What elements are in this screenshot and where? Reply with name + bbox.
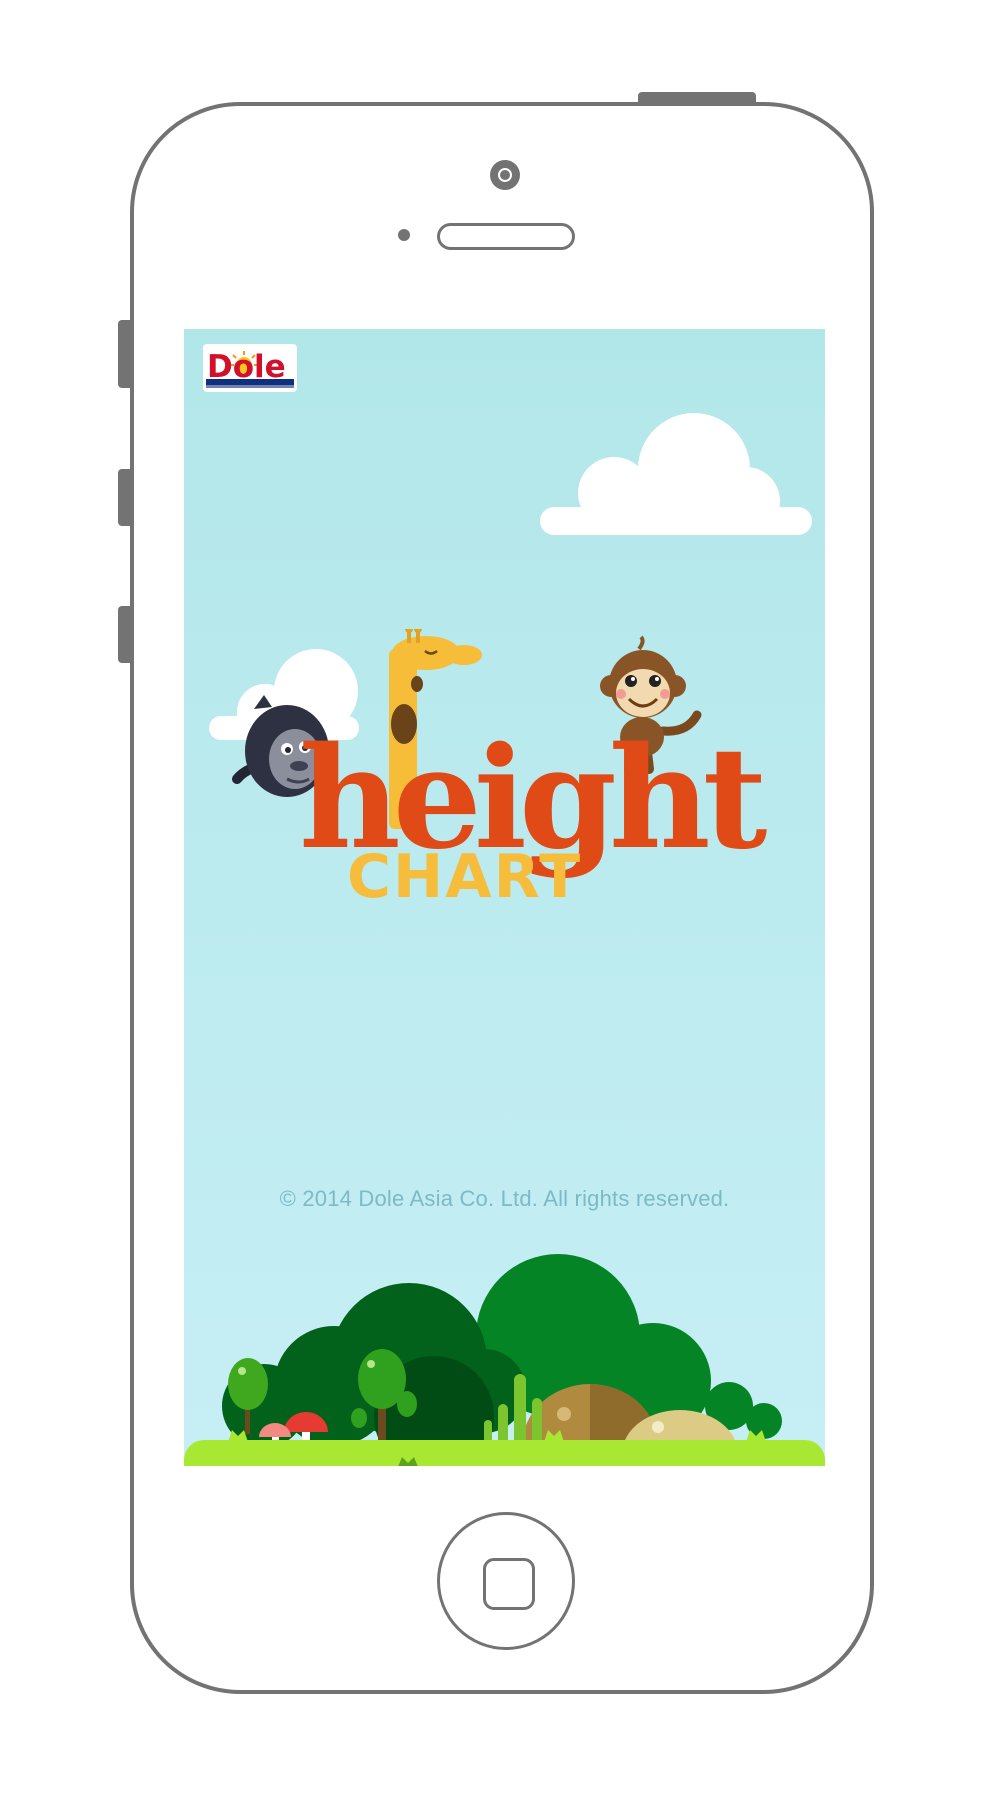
front-camera	[490, 160, 520, 190]
mute-switch[interactable]	[118, 320, 130, 388]
title-chart-text: CHART	[347, 842, 582, 912]
dole-brand-text: Dole	[207, 349, 286, 385]
app-screen: Dole height CHART © 2014 Dole Asia Co. L…	[184, 329, 825, 1466]
landscape-illustration	[184, 1254, 825, 1466]
dole-logo[interactable]: Dole	[202, 343, 298, 393]
earpiece-speaker	[437, 223, 575, 250]
cloud-icon	[540, 413, 812, 535]
home-button[interactable]	[437, 1512, 575, 1650]
copyright-text: © 2014 Dole Asia Co. Ltd. All rights res…	[279, 1186, 730, 1211]
home-square-icon	[483, 1558, 535, 1610]
volume-down-button[interactable]	[118, 606, 130, 663]
proximity-sensor	[398, 229, 410, 241]
height-chart-title-illustration: height CHART	[209, 629, 769, 912]
volume-up-button[interactable]	[118, 469, 130, 526]
